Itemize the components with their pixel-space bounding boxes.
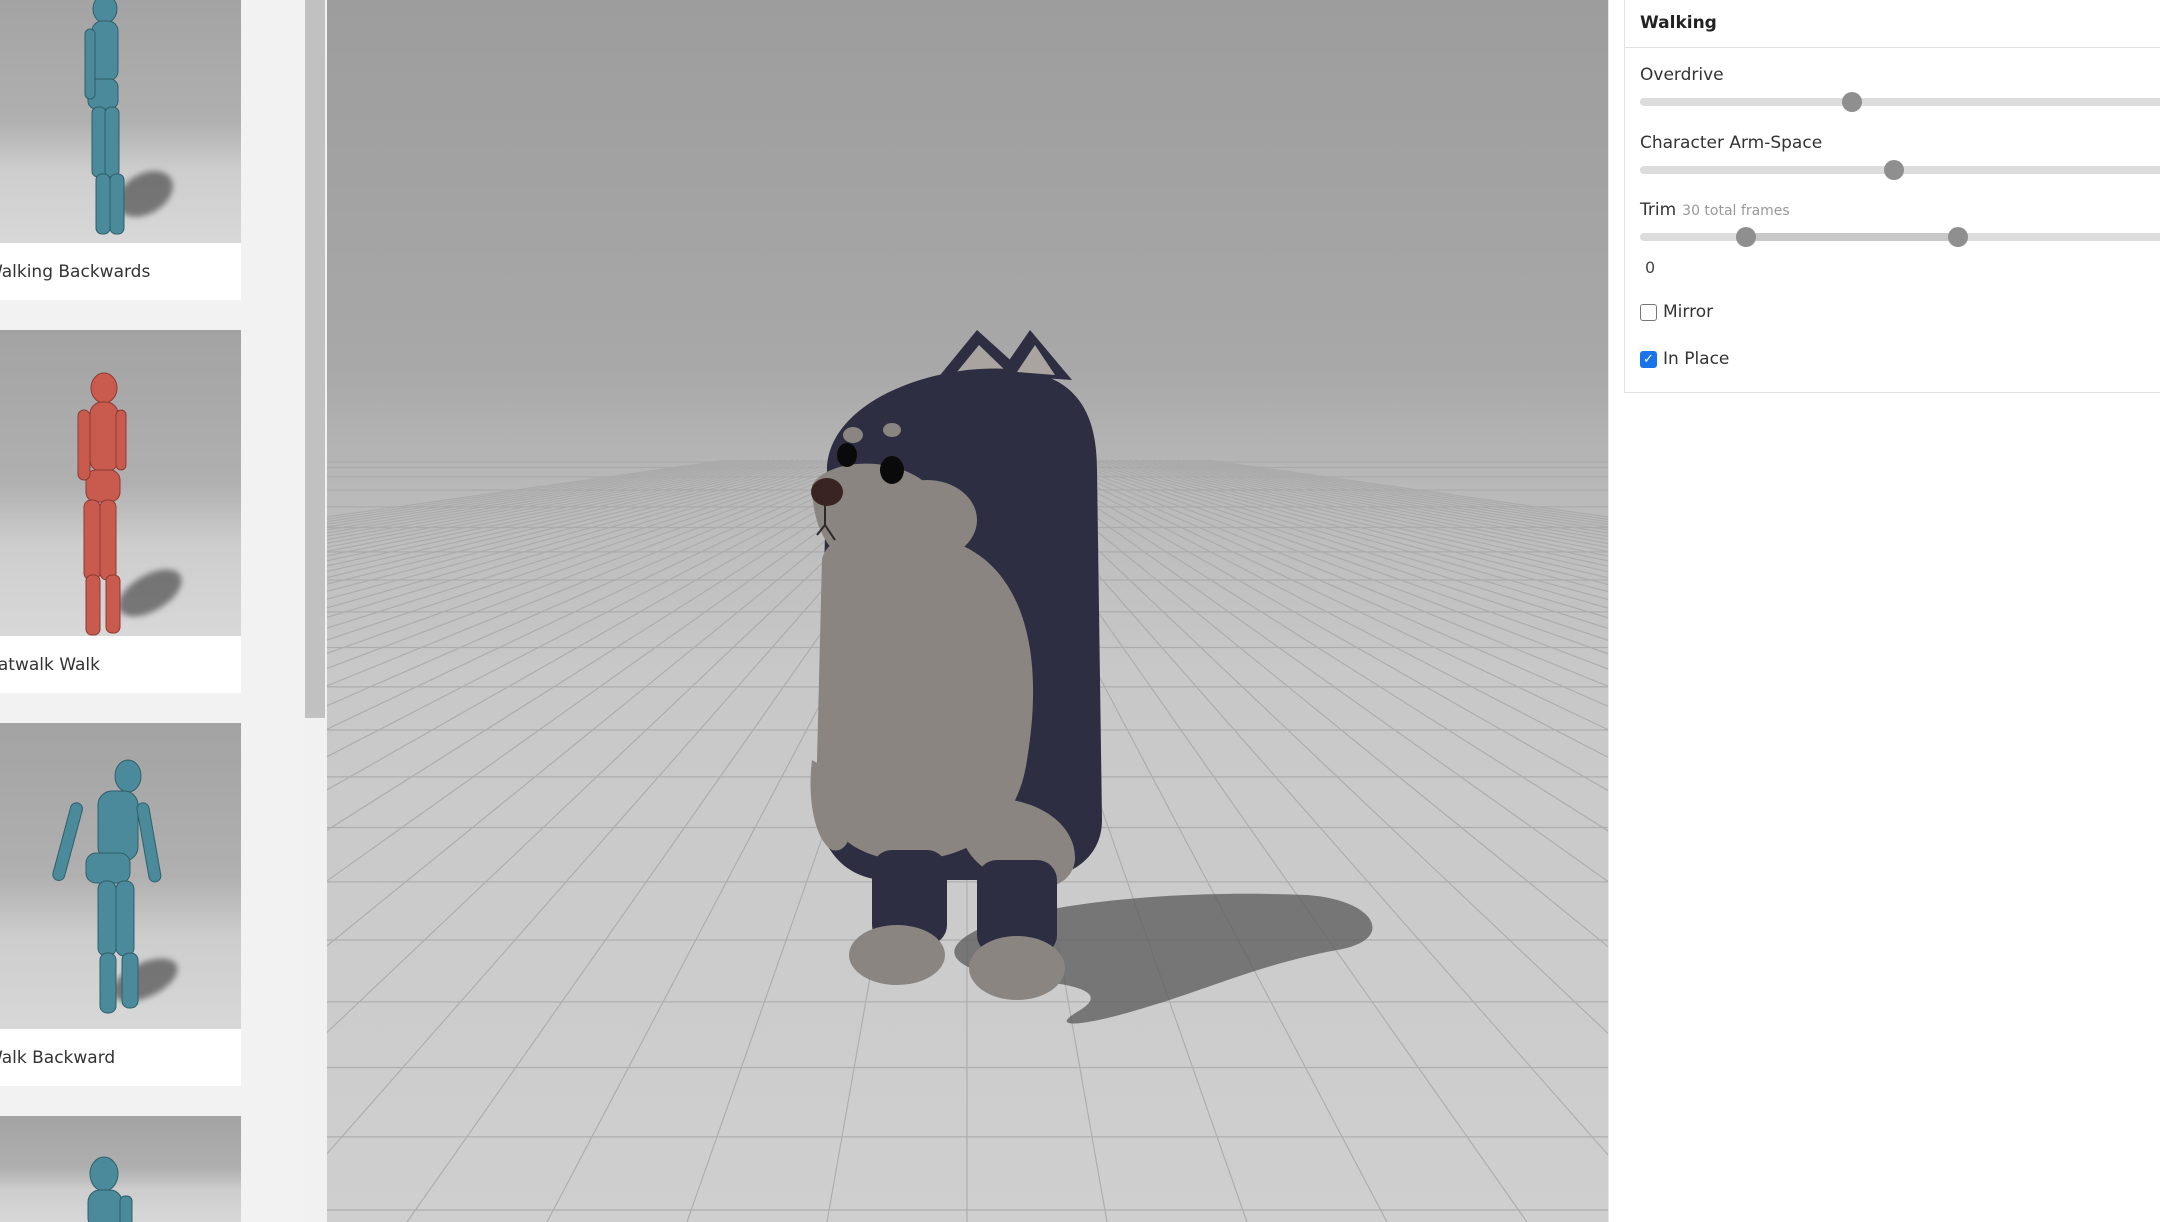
animation-card[interactable]: Catwalk Walk [0, 330, 241, 693]
mirror-label: Mirror [1663, 302, 1714, 322]
overdrive-slider[interactable] [1640, 92, 2160, 112]
in-place-label: In Place [1663, 349, 1730, 369]
viewport-scene [327, 330, 1608, 1222]
animation-thumbnail [0, 330, 241, 636]
trim-total-frames: 30 total frames [1682, 203, 1790, 219]
figure [52, 759, 162, 1014]
in-place-checkbox[interactable] [1640, 350, 1657, 368]
animation-thumbnail [0, 723, 241, 1029]
trim-label-text: Trim [1640, 200, 1677, 220]
figure [77, 372, 127, 636]
character-model [810, 330, 1102, 1000]
animation-settings: Walking Overdrive Character Arm-Space Tr… [1624, 0, 2160, 393]
animation-label-wrap: Walking Backwards [0, 243, 241, 300]
arm-space-slider-handle[interactable] [1884, 160, 1905, 180]
animation-label: Walking Backwards [0, 261, 151, 282]
animation-card[interactable] [0, 1116, 241, 1222]
animation-card[interactable]: Walking Backwards [0, 0, 241, 300]
settings-title: Walking [1640, 13, 1717, 33]
trim-selected-range [1746, 233, 1958, 241]
in-place-toggle[interactable]: In Place [1640, 349, 1729, 369]
animation-label: Walk Backward [0, 1047, 116, 1068]
character-figure-icon [84, 0, 125, 235]
arm-space-slider[interactable] [1640, 160, 2160, 180]
animation-label-wrap: Catwalk Walk [0, 636, 241, 693]
trim-end-handle[interactable] [1948, 227, 1968, 247]
trim-start-handle[interactable] [1736, 227, 1756, 247]
character-figure-icon [52, 759, 162, 1014]
animation-list: Walking Backwards atwalk Walk alk Backwa… [0, 0, 327, 1222]
animation-card[interactable]: Walk Backward [0, 723, 241, 1086]
arm-space-label: Character Arm-Space [1640, 133, 1823, 153]
settings-panel: Walking Overdrive Character Arm-Space Tr… [1608, 0, 2160, 1222]
trim-range-slider[interactable] [1640, 227, 2160, 247]
character-figure-icon [77, 372, 127, 636]
animation-label-wrap: Walk Backward [0, 1029, 241, 1086]
trim-label: Trim 30 total frames [1640, 200, 1790, 220]
animation-thumbnail [0, 1116, 241, 1222]
list-scrollbar-thumb[interactable] [305, 0, 325, 718]
settings-header: Walking [1625, 0, 2160, 48]
figure [87, 1156, 133, 1222]
trim-start-value: 0 [1645, 258, 1656, 277]
overdrive-slider-handle[interactable] [1842, 92, 1862, 112]
animation-label: Catwalk Walk [0, 654, 100, 675]
overdrive-label: Overdrive [1640, 65, 1724, 85]
app-window: Walking Backwards atwalk Walk alk Backwa… [0, 0, 2160, 1222]
3d-viewport[interactable] [327, 0, 1608, 1222]
figure [84, 0, 125, 235]
character-figure-icon [87, 1156, 133, 1222]
animation-thumbnail [0, 0, 241, 243]
mirror-checkbox[interactable] [1640, 303, 1657, 321]
mirror-toggle[interactable]: Mirror [1640, 302, 1713, 322]
